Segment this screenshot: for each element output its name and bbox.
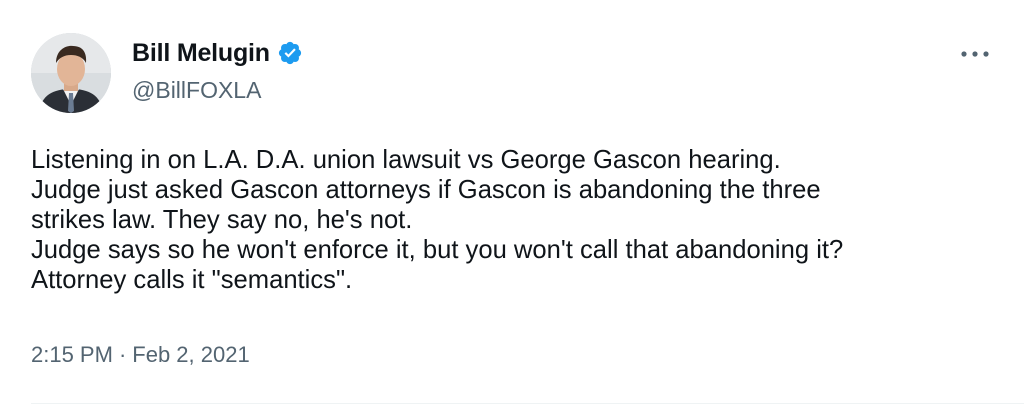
tweet-text-line: Attorney calls it "semantics". — [31, 266, 353, 294]
author-display-name[interactable]: Bill Melugin — [132, 39, 270, 68]
author-name-row: Bill Melugin — [132, 38, 303, 68]
avatar[interactable] — [31, 33, 111, 113]
author-handle[interactable]: @BillFOXLA — [132, 77, 261, 104]
tweet-date-link[interactable]: Feb 2, 2021 — [132, 342, 249, 368]
tweet-text-line: Judge says so he won't enforce it, but y… — [31, 236, 844, 264]
tweet-time-link[interactable]: 2:15 PM — [31, 342, 113, 368]
tweet-text-line: strikes law. They say no, he's not. — [31, 206, 413, 234]
more-options-button[interactable] — [955, 40, 995, 68]
more-horizontal-icon — [961, 51, 989, 57]
profile-photo-icon — [31, 33, 111, 113]
tweet-text-line: Judge just asked Gascon attorneys if Gas… — [31, 176, 821, 204]
tweet-card: Bill Melugin @BillFOXLA Listening in on … — [0, 0, 1024, 414]
verified-badge-icon — [277, 40, 303, 66]
tweet-text: Listening in on L.A. D.A. union lawsuit … — [31, 145, 1001, 295]
tweet-timestamp: 2:15 PM · Feb 2, 2021 — [31, 342, 250, 368]
divider — [31, 403, 1024, 404]
tweet-text-line: Listening in on L.A. D.A. union lawsuit … — [31, 146, 781, 174]
timestamp-separator: · — [118, 342, 127, 367]
